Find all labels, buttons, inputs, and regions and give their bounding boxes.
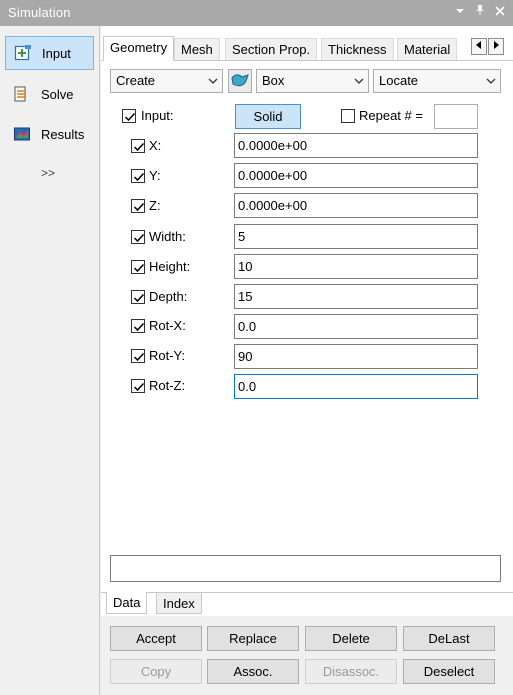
- repeat-checkbox[interactable]: [341, 109, 355, 123]
- z-label: Z:: [149, 198, 161, 213]
- locate-select-value: Locate: [379, 73, 419, 88]
- solve-icon: [13, 85, 31, 103]
- tab-scroll-left-button[interactable]: [471, 38, 487, 55]
- rot-z-field[interactable]: 0.0: [234, 374, 478, 399]
- checkmark-icon: [133, 233, 145, 243]
- y-checkbox[interactable]: [131, 169, 145, 183]
- x-field[interactable]: 0.0000e+00: [234, 133, 478, 158]
- window-title: Simulation: [8, 5, 71, 20]
- z-checkbox[interactable]: [131, 199, 145, 213]
- copy-button[interactable]: Copy: [110, 659, 202, 684]
- rot-x-checkbox[interactable]: [131, 319, 145, 333]
- tab-mesh[interactable]: Mesh: [174, 38, 220, 60]
- width-label: Width:: [149, 229, 186, 244]
- rot-z-checkbox[interactable]: [131, 379, 145, 393]
- pin-icon[interactable]: [472, 3, 488, 21]
- nav-input-button[interactable]: Input: [5, 36, 94, 70]
- solid-button[interactable]: Solid: [235, 104, 301, 129]
- repeat-count-input[interactable]: [434, 104, 478, 129]
- depth-field[interactable]: 15: [234, 284, 478, 309]
- tab-thickness[interactable]: Thickness: [321, 38, 394, 60]
- delete-button[interactable]: Delete: [305, 626, 397, 651]
- rot-y-field[interactable]: 90: [234, 344, 478, 369]
- x-checkbox[interactable]: [131, 139, 145, 153]
- accept-button[interactable]: Accept: [110, 626, 202, 651]
- nav-solve-button[interactable]: Solve: [5, 77, 94, 111]
- delast-button[interactable]: DeLast: [403, 626, 495, 651]
- close-icon[interactable]: [492, 3, 508, 21]
- input-icon: [14, 44, 32, 62]
- checkmark-icon: [133, 263, 145, 273]
- nav-results-button[interactable]: Results: [5, 117, 94, 151]
- checkmark-icon: [124, 112, 136, 122]
- action-select[interactable]: Create: [110, 69, 223, 93]
- tab-geometry[interactable]: Geometry: [103, 36, 175, 61]
- x-label: X:: [149, 138, 162, 153]
- input-checkbox[interactable]: [122, 109, 136, 123]
- main-panel: Geometry Mesh Section Prop. Thickness Ma…: [101, 26, 513, 695]
- results-icon: [13, 125, 31, 143]
- repeat-label: Repeat # =: [359, 108, 423, 123]
- action-select-value: Create: [116, 73, 156, 88]
- dropdown-icon[interactable]: [452, 3, 468, 21]
- tab-index[interactable]: Index: [156, 592, 202, 614]
- triangle-right-icon: [494, 41, 499, 49]
- tab-material[interactable]: Material: [397, 38, 458, 60]
- input-label: Input:: [141, 108, 174, 123]
- depth-label: Depth:: [149, 289, 188, 304]
- depth-checkbox[interactable]: [131, 290, 145, 304]
- assoc-button[interactable]: Assoc.: [207, 659, 299, 684]
- checkmark-icon: [133, 142, 145, 152]
- nav-results-label: Results: [41, 126, 85, 142]
- rot-y-label: Rot-Y:: [149, 348, 186, 363]
- message-field[interactable]: [110, 555, 501, 582]
- shape-type-button[interactable]: [228, 69, 252, 93]
- z-field[interactable]: 0.0000e+00: [234, 193, 478, 218]
- height-field[interactable]: 10: [234, 254, 478, 279]
- shape-select[interactable]: Box: [256, 69, 369, 93]
- checkmark-icon: [133, 382, 145, 392]
- nav-solve-label: Solve: [41, 86, 74, 102]
- rot-z-label: Rot-Z:: [149, 378, 186, 393]
- nav-expand-button[interactable]: >>: [41, 166, 55, 180]
- checkmark-icon: [133, 352, 145, 362]
- deselect-button[interactable]: Deselect: [403, 659, 495, 684]
- rot-x-label: Rot-X:: [149, 318, 186, 333]
- shape-select-value: Box: [262, 73, 285, 88]
- width-field[interactable]: 5: [234, 224, 478, 249]
- checkmark-icon: [133, 322, 145, 332]
- height-checkbox[interactable]: [131, 260, 145, 274]
- left-nav-panel: Input Solve Results >>: [0, 26, 100, 695]
- checkmark-icon: [133, 202, 145, 212]
- disassoc-button[interactable]: Disassoc.: [305, 659, 397, 684]
- checkmark-icon: [133, 172, 145, 182]
- replace-button[interactable]: Replace: [207, 626, 299, 651]
- shape-icon: [231, 74, 249, 87]
- tab-section-prop[interactable]: Section Prop.: [225, 38, 318, 60]
- tab-data[interactable]: Data: [106, 592, 148, 614]
- y-label: Y:: [149, 168, 161, 183]
- action-button-area: Accept Replace Delete DeLast Copy Assoc.…: [101, 616, 513, 695]
- tab-scroll-right-button[interactable]: [488, 38, 504, 55]
- height-label: Height:: [149, 259, 191, 274]
- chevron-down-icon: [486, 78, 496, 84]
- rot-y-checkbox[interactable]: [131, 349, 145, 363]
- title-bar: Simulation: [0, 0, 513, 26]
- y-field[interactable]: 0.0000e+00: [234, 163, 478, 188]
- chevron-down-icon: [354, 78, 364, 84]
- width-checkbox[interactable]: [131, 230, 145, 244]
- locate-select[interactable]: Locate: [373, 69, 501, 93]
- tab-strip: Geometry Mesh Section Prop. Thickness Ma…: [101, 36, 513, 61]
- rot-x-field[interactable]: 0.0: [234, 314, 478, 339]
- triangle-left-icon: [476, 41, 481, 49]
- checkmark-icon: [133, 293, 145, 303]
- chevron-down-icon: [208, 78, 218, 84]
- nav-input-label: Input: [42, 45, 71, 61]
